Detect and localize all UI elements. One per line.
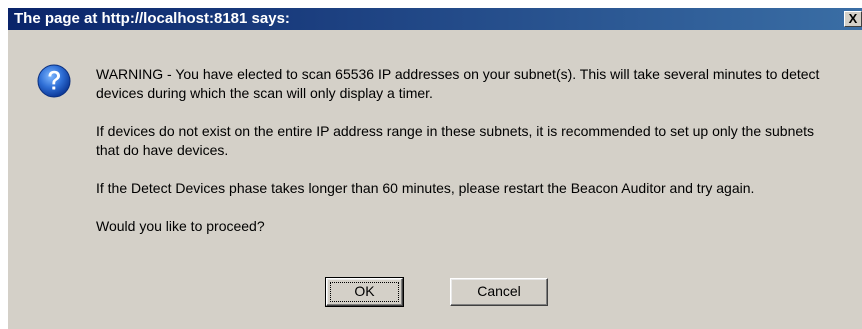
close-icon: X bbox=[848, 11, 858, 26]
dialog-left-border bbox=[0, 0, 8, 329]
cancel-button-label: Cancel bbox=[477, 283, 521, 299]
cancel-button[interactable]: Cancel bbox=[450, 278, 548, 306]
ok-button[interactable]: OK bbox=[325, 277, 404, 307]
dialog-title-bar[interactable]: The page at http://localhost:8181 says: … bbox=[8, 8, 862, 30]
dialog-top-border bbox=[0, 0, 862, 8]
proceed-question: Would you like to proceed? bbox=[96, 218, 265, 234]
ok-button-focus-ring bbox=[330, 282, 399, 302]
close-button[interactable]: X bbox=[844, 11, 862, 27]
recommendation-paragraph: If devices do not exist on the entire IP… bbox=[96, 123, 815, 158]
dialog-message: WARNING - You have elected to scan 65536… bbox=[96, 65, 836, 255]
restart-paragraph: If the Detect Devices phase takes longer… bbox=[96, 180, 755, 196]
question-icon bbox=[37, 64, 71, 98]
warning-paragraph: WARNING - You have elected to scan 65536… bbox=[96, 66, 820, 101]
dialog-title: The page at http://localhost:8181 says: bbox=[14, 10, 290, 27]
confirm-dialog: The page at http://localhost:8181 says: … bbox=[0, 0, 862, 329]
